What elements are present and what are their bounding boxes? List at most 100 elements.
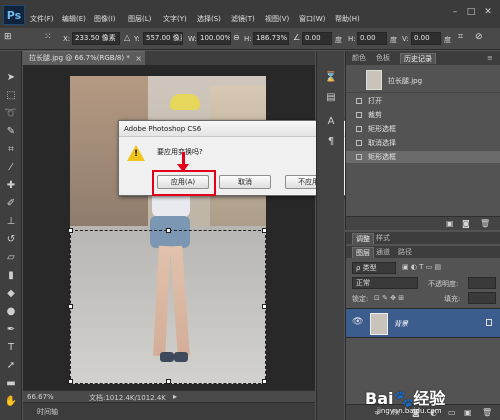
pen-tool-icon[interactable]: ✒	[4, 323, 18, 337]
quick-select-tool-icon[interactable]: ✎	[4, 125, 18, 139]
history-step-selected[interactable]: 矩形选框	[346, 151, 500, 163]
menu-layer[interactable]: 图层(L)	[128, 14, 151, 24]
fill-field[interactable]	[468, 292, 496, 304]
menu-file[interactable]: 文件(F)	[30, 14, 54, 24]
tab-history[interactable]: 历史记录	[400, 53, 436, 64]
healing-tool-icon[interactable]: ✚	[4, 179, 18, 193]
eraser-tool-icon[interactable]: ▱	[4, 251, 18, 265]
history-step[interactable]: 裁剪	[346, 109, 500, 121]
blend-mode-dropdown[interactable]: 正常	[352, 277, 418, 289]
vskew-field[interactable]: 0.00	[411, 32, 441, 45]
history-step[interactable]: 矩形选框	[346, 123, 500, 135]
crop-tool-icon[interactable]: ⌗	[4, 143, 18, 157]
properties-panel-icon[interactable]: ▤	[324, 91, 338, 105]
angle-field[interactable]: 0.00	[302, 32, 332, 45]
history-step[interactable]: 打开	[346, 95, 500, 107]
marquee-tool-icon[interactable]: ⬚	[4, 89, 18, 103]
shape-tool-icon[interactable]: ▬	[4, 377, 18, 391]
history-snapshot[interactable]: 拉长腿.jpg	[346, 67, 500, 93]
document-tab[interactable]: 拉长腿.jpg @ 66.7%(RGB/8) * ×	[23, 51, 145, 65]
collapsed-panels: ⌛ ▤ A ¶	[316, 51, 344, 420]
tab-color[interactable]: 颜色	[352, 53, 366, 64]
close-window-icon[interactable]: ✕	[481, 6, 495, 18]
menu-help[interactable]: 帮助(H)	[335, 14, 360, 24]
vskew-unit: 度	[444, 36, 451, 44]
menu-view[interactable]: 视图(V)	[265, 14, 289, 24]
type-tool-icon[interactable]: T	[4, 341, 18, 355]
transform-handle[interactable]	[166, 379, 171, 384]
history-step-label: 矩形选框	[368, 153, 396, 161]
tab-channels[interactable]: 通道	[376, 247, 390, 258]
character-panel-icon[interactable]: A	[324, 115, 338, 129]
gradient-tool-icon[interactable]: ▮	[4, 269, 18, 283]
transform-selection[interactable]	[68, 228, 267, 384]
eyedropper-tool-icon[interactable]: ⁄	[4, 161, 18, 175]
zoom-level[interactable]: 66.67%	[27, 393, 54, 401]
close-tab-icon[interactable]: ×	[135, 52, 142, 65]
hand-tool-icon[interactable]: ✋	[4, 395, 18, 409]
minimize-icon[interactable]: –	[448, 6, 462, 18]
h-field[interactable]: 186.73%	[253, 32, 289, 45]
warp-icon[interactable]: ⌗	[458, 32, 463, 42]
transform-tool-icon[interactable]: ⊞	[4, 32, 12, 42]
tab-styles[interactable]: 样式	[376, 233, 390, 244]
link-icon[interactable]: ⊖	[233, 33, 240, 42]
paragraph-panel-icon[interactable]: ¶	[324, 135, 338, 149]
tab-paths[interactable]: 路径	[398, 247, 412, 258]
transform-handle[interactable]	[166, 228, 171, 233]
delta-icon[interactable]: △	[124, 33, 130, 42]
reference-point-icon[interactable]: ⁙	[44, 32, 52, 42]
history-step-label: 矩形选框	[368, 125, 396, 133]
path-select-tool-icon[interactable]: ➚	[4, 359, 18, 373]
snapshot-icon[interactable]: ◙	[462, 219, 470, 228]
status-arrow-icon[interactable]: ▸	[173, 392, 177, 401]
trash-icon[interactable]: 🗑	[480, 219, 490, 228]
panel-menu-icon[interactable]: ≡	[487, 53, 493, 64]
transform-handle[interactable]	[262, 379, 267, 384]
layer-kind-filter[interactable]: ρ 类型	[352, 262, 396, 274]
timeline-label[interactable]: 时间轴	[37, 407, 58, 417]
brush-tool-icon[interactable]: ✐	[4, 197, 18, 211]
layer-filter-icons[interactable]: ▣ ◐ T ▭ ▤	[402, 263, 441, 271]
menu-type[interactable]: 文字(Y)	[163, 14, 187, 24]
hskew-field[interactable]: 0.00	[357, 32, 387, 45]
transform-handle[interactable]	[68, 304, 73, 309]
cancel-transform-icon[interactable]: ⊘	[475, 32, 483, 42]
history-panel-icon[interactable]: ⌛	[324, 71, 338, 85]
tab-swatches[interactable]: 色板	[376, 53, 390, 64]
history-step-label: 取消选择	[368, 139, 396, 147]
history-brush-tool-icon[interactable]: ↺	[4, 233, 18, 247]
transform-handle[interactable]	[68, 379, 73, 384]
menu-image[interactable]: 图像(I)	[94, 14, 116, 24]
opacity-field[interactable]	[468, 277, 496, 289]
lasso-tool-icon[interactable]: ➰	[4, 107, 18, 121]
menu-window[interactable]: 窗口(W)	[299, 14, 325, 24]
w-field[interactable]: 100.00%	[197, 32, 231, 45]
clone-stamp-tool-icon[interactable]: ⊥	[4, 215, 18, 229]
angle-unit: 度	[335, 36, 342, 44]
move-tool-icon[interactable]: ➤	[4, 71, 18, 85]
layer-row-background[interactable]: 👁 背景	[346, 308, 500, 338]
visibility-eye-icon[interactable]: 👁	[352, 317, 363, 327]
new-document-icon[interactable]: ▣	[446, 219, 454, 228]
layer-name[interactable]: 背景	[394, 319, 408, 329]
blur-tool-icon[interactable]: ◆	[4, 287, 18, 301]
y-field[interactable]: 557.00 像素	[143, 32, 183, 45]
tab-adjustments[interactable]: 调整	[352, 233, 374, 244]
history-step[interactable]: 取消选择	[346, 137, 500, 149]
layer-thumbnail	[370, 313, 388, 335]
lock-icons[interactable]: ⊡ ✎ ✥ ⊞	[374, 294, 404, 302]
maximize-icon[interactable]: □	[464, 6, 478, 18]
snapshot-label: 拉长腿.jpg	[388, 77, 423, 85]
tab-layers[interactable]: 图层	[352, 247, 374, 258]
transform-handle[interactable]	[262, 304, 267, 309]
menu-filter[interactable]: 滤镜(T)	[231, 14, 255, 24]
dodge-tool-icon[interactable]: ●	[4, 305, 18, 319]
transform-handle[interactable]	[68, 228, 73, 233]
x-label: X:	[63, 35, 71, 43]
menu-select[interactable]: 选择(S)	[197, 14, 221, 24]
transform-handle[interactable]	[262, 228, 267, 233]
x-field[interactable]: 233.50 像素	[72, 32, 120, 45]
cancel-button[interactable]: 取消	[219, 175, 271, 189]
menu-edit[interactable]: 编辑(E)	[62, 14, 86, 24]
